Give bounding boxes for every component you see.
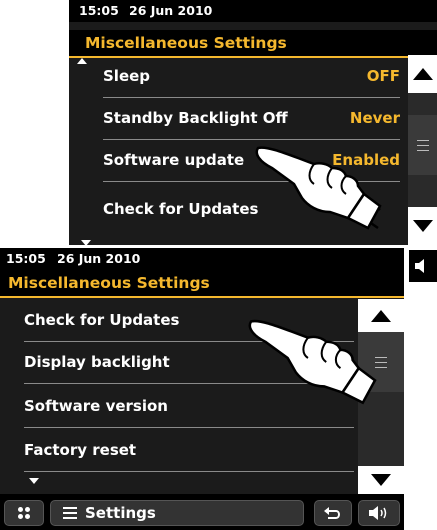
menu-item-label: Display backlight: [24, 353, 170, 371]
volume-icon: [415, 259, 424, 273]
pointing-hand-icon: [248, 319, 377, 405]
settings-label: Settings: [85, 504, 156, 522]
menu-item-label: Factory reset: [24, 441, 137, 459]
back-volume-button[interactable]: [409, 250, 437, 282]
divider: [24, 471, 354, 472]
menu-item-factory-reset[interactable]: Factory reset: [24, 429, 354, 471]
home-grid-button[interactable]: [4, 500, 44, 526]
clock-date: 26 Jun 2010: [129, 3, 213, 18]
pointing-hand-icon: [255, 146, 382, 230]
scroll-up-icon: [412, 68, 433, 80]
scroll-down-icon: [371, 474, 391, 486]
back-arrow-icon: [324, 507, 340, 519]
page-title: Miscellaneous Settings: [85, 34, 287, 52]
status-bar: 15:05 26 Jun 2010: [0, 248, 404, 270]
menu-item-label: Software version: [24, 397, 168, 415]
page-title-bar: Miscellaneous Settings: [0, 270, 404, 298]
scroll-down-button[interactable]: [358, 466, 404, 494]
scroll-down-button[interactable]: [408, 207, 437, 245]
menu-item-label: Check for Updates: [103, 200, 259, 218]
settings-menu-button[interactable]: Settings: [50, 500, 304, 526]
divider: [24, 427, 354, 428]
volume-icon: [369, 506, 387, 520]
scrollbar[interactable]: [408, 55, 437, 245]
clock-time: 15:05: [79, 3, 119, 18]
menu-item-value: Never: [349, 109, 400, 127]
status-bar: 15:05 26 Jun 2010: [69, 0, 437, 22]
page-title-bar: Miscellaneous Settings: [69, 30, 437, 58]
menu-item-sleep[interactable]: Sleep OFF: [103, 55, 400, 97]
menu-item-label: Sleep: [103, 67, 151, 85]
menu-item-label: Standby Backlight Off: [103, 109, 288, 127]
menu-item-standby-backlight[interactable]: Standby Backlight Off Never: [103, 97, 400, 139]
scroll-up-button[interactable]: [408, 55, 437, 93]
scroll-handle-icon[interactable]: [408, 115, 437, 175]
scroll-down-icon: [412, 220, 433, 232]
back-button[interactable]: [314, 500, 352, 526]
list-more-above-icon: [77, 58, 87, 64]
page-title: Miscellaneous Settings: [8, 274, 210, 292]
list-icon: [63, 507, 77, 519]
volume-button[interactable]: [358, 500, 400, 526]
bottom-bar: Settings: [0, 494, 404, 530]
menu-item-value: OFF: [366, 67, 400, 85]
menu-item-label: Check for Updates: [24, 311, 180, 329]
clock-time: 15:05: [6, 251, 46, 266]
list-more-below-icon: [81, 240, 91, 245]
clock-date: 26 Jun 2010: [57, 251, 141, 266]
menu-item-label: Software update: [103, 151, 245, 169]
menu-grid-icon: [18, 507, 30, 519]
list-more-below-icon: [29, 478, 39, 484]
